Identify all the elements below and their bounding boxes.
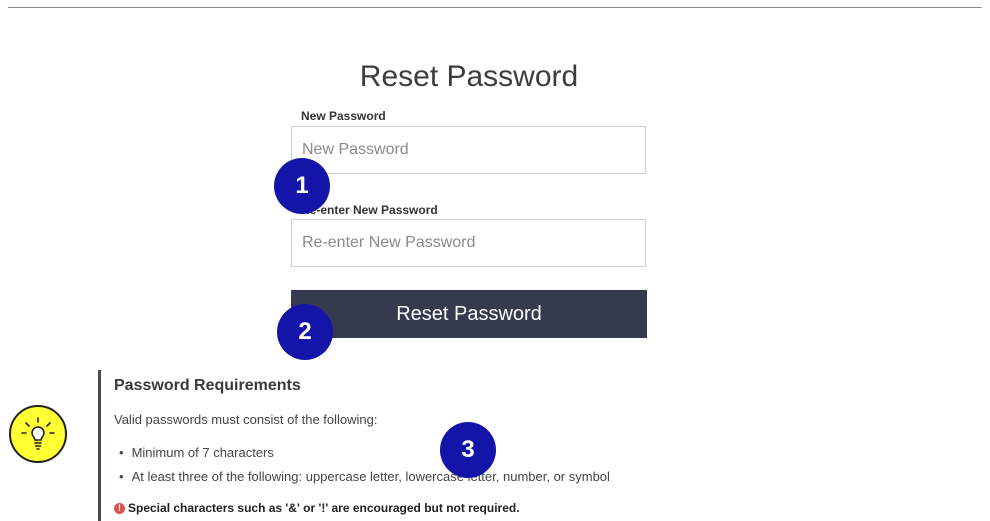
list-item: At least three of the following: upperca… xyxy=(119,468,610,492)
callout-badge-2: 2 xyxy=(277,304,333,360)
new-password-label: New Password xyxy=(301,109,386,123)
exclamation-circle-icon: ! xyxy=(114,503,125,515)
list-item: Minimum of 7 characters xyxy=(119,444,610,468)
callout-badge-1: 1 xyxy=(274,158,330,214)
requirements-intro: Valid passwords must consist of the foll… xyxy=(114,412,378,427)
lightbulb-icon xyxy=(21,417,55,450)
requirements-list: Minimum of 7 characters At least three o… xyxy=(119,444,610,492)
callout-badge-3: 3 xyxy=(440,422,496,478)
top-divider xyxy=(8,7,982,8)
requirements-heading: Password Requirements xyxy=(114,377,301,394)
confirm-password-input[interactable] xyxy=(291,219,646,267)
reset-password-button[interactable]: Reset Password xyxy=(291,290,647,338)
page-title: Reset Password xyxy=(359,60,579,94)
new-password-input[interactable] xyxy=(291,126,646,174)
note-text: Special characters such as '&' or '!' ar… xyxy=(128,501,520,515)
special-characters-note: ! Special characters such as '&' or '!' a… xyxy=(114,501,520,515)
lightbulb-tip-badge xyxy=(9,405,67,463)
